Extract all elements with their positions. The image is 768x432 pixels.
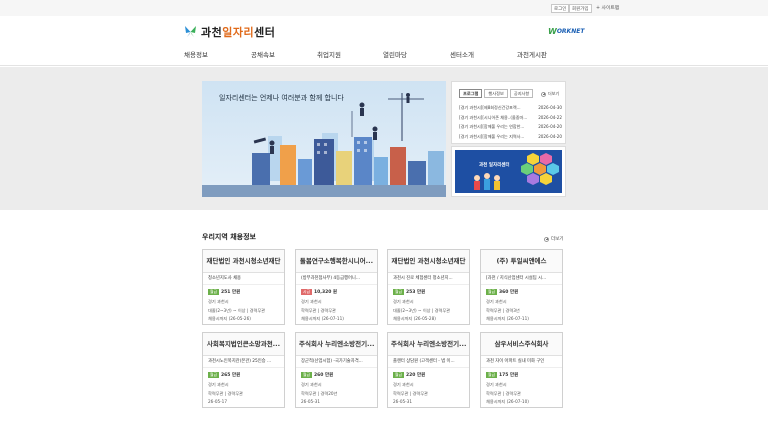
main-banner[interactable]: 일자리센터는 언제나 여러분과 함께 합니다 — [202, 81, 446, 197]
job-card[interactable]: 재단법인 과천시청소년재단 과천시 진로 체험센터 청소년지... 월급 253 … — [387, 249, 470, 325]
plus-icon — [540, 91, 546, 97]
job-card[interactable]: 돌봄연구소행복한시니어... (방부과천점사무) 4등급행어니... 시급 10,… — [295, 249, 378, 325]
job-details: 경기 과천시 학력무관 | 경력무관 채용시까지 (26-07-10) — [486, 382, 529, 404]
tab-programs[interactable]: 프로그램 — [459, 89, 483, 98]
job-pay: 월급 175 만원 — [486, 372, 519, 378]
promo-graphic — [474, 153, 559, 190]
job-company: 사회복지법인큰소망과천... — [203, 333, 284, 356]
board-more-link[interactable]: 더보기 — [540, 91, 559, 97]
job-card[interactable]: (주) 투일씨앤에스 [과천 / 지식산업센터 시설팀 시... 월급 360 만… — [480, 249, 563, 325]
butterfly-logo-icon — [185, 26, 196, 37]
nav-item-career-support[interactable]: 취업지원 — [317, 50, 341, 60]
job-pay: 월급 253 만원 — [393, 289, 426, 295]
nav-item-recruit-news[interactable]: 공채속보 — [251, 50, 275, 60]
notice-board: 프로그램 행사정보 공지사항 더보기 [경기 과천시][제8회정신건강포렉...… — [451, 81, 566, 144]
pay-type-badge: 월급 — [208, 372, 219, 378]
pay-type-badge: 월급 — [393, 372, 404, 378]
job-pay: 월급 265 만원 — [208, 372, 241, 378]
job-company: 돌봄연구소행복한시니어... — [296, 250, 377, 273]
city-illustration — [202, 93, 446, 197]
job-card[interactable]: 재단법인 과천시청소년재단 청소년지도사 채용 월급 251 만원 경기 과천시 대… — [202, 249, 285, 325]
job-details: 경기 과천시 학력무관 | 경력20년 26-05-31 — [301, 382, 338, 404]
site-logo[interactable]: 과천일자리센터 — [184, 24, 275, 40]
board-list-item[interactable]: [경기 과천시][시니어존 채용..(올중마... 2026-04-22 — [459, 115, 562, 125]
jobs-more-link[interactable]: 더보기 — [544, 236, 563, 242]
top-utility-bar: 로그인 회원가입 + 사이트맵 — [0, 0, 768, 16]
job-pay: 월급 260 만원 — [301, 372, 334, 378]
job-details: 경기 과천시 학력무관 | 경력무관 26-05-17 — [208, 382, 243, 404]
job-details: 경기 과천시 대졸(2~3년) ~ 이상 | 경력무관 채용시까지 (26-05-2… — [393, 299, 451, 321]
job-pay: 월급 360 만원 — [486, 289, 519, 295]
nav-item-gwacheon-board[interactable]: 과천게시판 — [517, 50, 547, 60]
job-company: (주) 투일씨앤에스 — [481, 250, 562, 273]
job-subtitle: 과천시노인복지관(본관) 25인승 ... — [203, 356, 284, 368]
job-company: 삼우서비스주식회사 — [481, 333, 562, 356]
sitemap-link[interactable]: + 사이트맵 — [596, 4, 619, 13]
board-list: [경기 과천시][제8회정신건강포렉... 2026-04-30 [경기 과천시]… — [459, 105, 562, 143]
pay-type-badge: 월급 — [301, 372, 312, 378]
job-card[interactable]: 주식회사 누리엔소방전기... 플랜터 상담원 (고객센터 - 법 이... 월… — [387, 332, 470, 408]
site-header: 과천일자리센터 W ORKNET 채용정보 공채속보 취업지원 열린마당 센터소개… — [0, 16, 768, 66]
job-card[interactable]: 주식회사 누리엔소방전기... 장군적(산업시험) -국가기술자격... 월급 2… — [295, 332, 378, 408]
job-details: 경기 과천시 학력무관 | 경력무관 26-05-31 — [393, 382, 428, 404]
job-subtitle: 과천 자이 아파트 실내 미화 구인 — [481, 356, 562, 368]
nav-item-job-info[interactable]: 채용정보 — [184, 50, 208, 60]
pay-type-badge: 시급 — [301, 289, 312, 295]
board-list-item[interactable]: [경기 과천시][제8회정신건강포렉... 2026-04-30 — [459, 105, 562, 115]
job-company: 주식회사 누리엔소방전기... — [296, 333, 377, 356]
job-company: 재단법인 과천시청소년재단 — [203, 250, 284, 273]
tab-notices[interactable]: 공지사항 — [509, 89, 534, 98]
job-subtitle: 장군적(산업시험) -국가기술자격... — [296, 356, 377, 368]
board-list-item[interactable]: [경기 과천시][함께풀 우리는 연합한... 2026-04-20 — [459, 124, 562, 134]
pay-type-badge: 월급 — [393, 289, 404, 295]
promo-banner[interactable]: 과천 일자리센터 — [451, 146, 566, 197]
job-company: 주식회사 누리엔소방전기... — [388, 333, 469, 356]
job-card[interactable]: 삼우서비스주식회사 과천 자이 아파트 실내 미화 구인 월급 175 만원 경기… — [480, 332, 563, 408]
job-details: 경기 과천시 학력무관 | 경력무관 채용시까지 (26-07-11) — [301, 299, 344, 321]
job-company: 재단법인 과천시청소년재단 — [388, 250, 469, 273]
tab-events[interactable]: 행사정보 — [484, 89, 508, 98]
job-subtitle: 플랜터 상담원 (고객센터 - 법 이... — [388, 356, 469, 368]
board-list-item[interactable]: [경기 과천시][함께풀 우리는 지역사... 2026-04-20 — [459, 134, 562, 144]
job-pay: 시급 10,320 원 — [301, 289, 338, 295]
worknet-link[interactable]: W ORKNET — [548, 27, 584, 36]
job-details: 경기 과천시 대졸(2~3년) ~ 이상 | 경력무관 채용시까지 (26-05-2… — [208, 299, 266, 321]
job-pay: 월급 251 만원 — [208, 289, 241, 295]
plus-icon — [544, 236, 549, 242]
signup-button[interactable]: 회원가입 — [569, 4, 592, 13]
job-subtitle: (방부과천점사무) 4등급행어니... — [296, 273, 377, 285]
job-subtitle: [과천 / 지식산업센터 시설팀 시... — [481, 273, 562, 285]
login-button[interactable]: 로그인 — [551, 4, 570, 13]
job-subtitle: 청소년지도사 채용 — [203, 273, 284, 285]
logo-text: 과천일자리센터 — [201, 26, 276, 39]
nav-item-open-forum[interactable]: 열린마당 — [383, 50, 407, 60]
job-details: 경기 과천시 학력무관 | 경력3년 채용시까지 (26-07-11) — [486, 299, 529, 321]
jobs-section-title: 우리지역 채용정보 — [202, 233, 256, 241]
pay-type-badge: 월급 — [486, 289, 497, 295]
pay-type-badge: 월급 — [486, 372, 497, 378]
job-subtitle: 과천시 진로 체험센터 청소년지... — [388, 273, 469, 285]
job-card[interactable]: 사회복지법인큰소망과천... 과천시노인복지관(본관) 25인승 ... 월급 2… — [202, 332, 285, 408]
main-navigation: 채용정보 공채속보 취업지원 열린마당 센터소개 과천게시판 — [0, 50, 768, 62]
job-pay: 월급 220 만원 — [393, 372, 426, 378]
nav-item-center-intro[interactable]: 센터소개 — [450, 50, 474, 60]
pay-type-badge: 월급 — [208, 289, 219, 295]
